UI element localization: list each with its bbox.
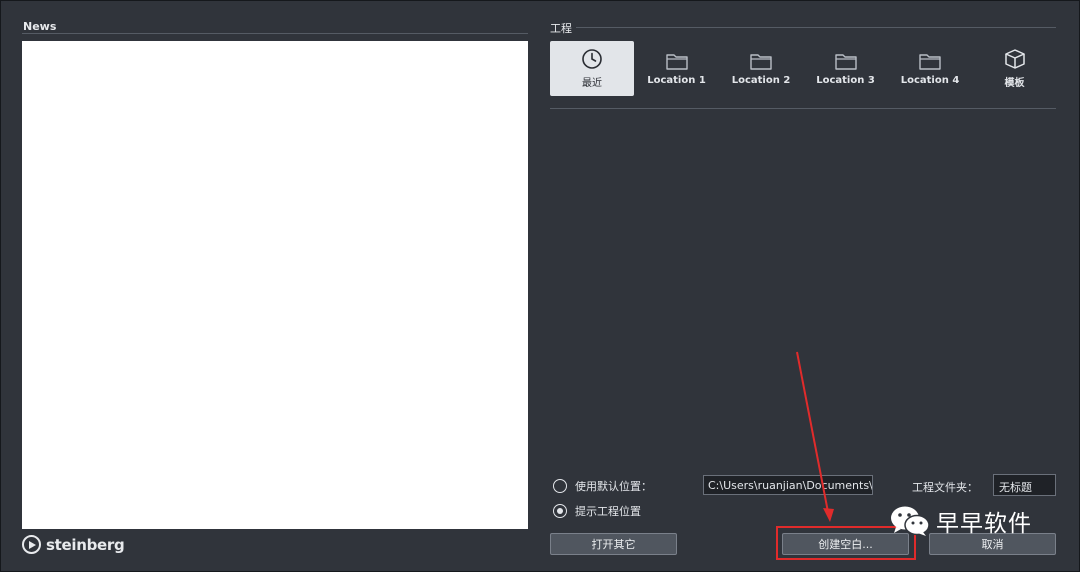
annotation-arrow	[796, 351, 834, 522]
wechat-icon	[891, 506, 930, 536]
watermark: 早早软件	[888, 504, 1032, 538]
watermark-text: 早早软件	[936, 511, 1032, 537]
